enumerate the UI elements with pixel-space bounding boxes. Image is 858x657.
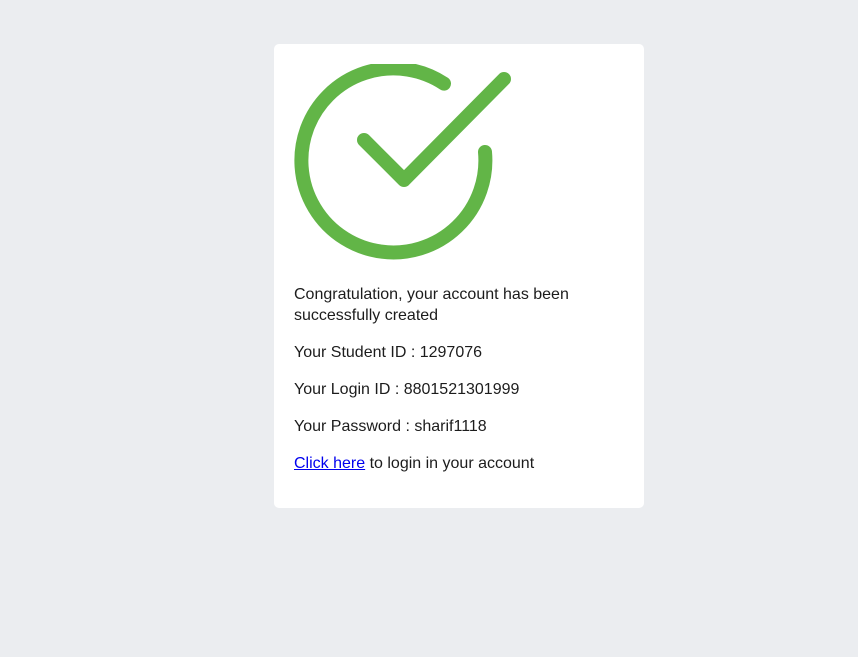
password-label: Your Password : xyxy=(294,418,415,435)
password-value: sharif1118 xyxy=(414,418,487,435)
login-prompt-suffix: to login in your account xyxy=(365,455,535,472)
student-id-value: 1297076 xyxy=(419,344,483,361)
success-checkmark-icon xyxy=(294,64,511,260)
login-id-row: Your Login ID : 8801521301999 xyxy=(294,379,624,400)
login-id-label: Your Login ID : xyxy=(294,381,404,398)
success-card: Congratulation, your account has been su… xyxy=(274,44,644,508)
login-prompt: Click here to login in your account xyxy=(294,453,624,474)
success-message: Congratulation, your account has been su… xyxy=(294,286,569,324)
password-row: Your Password : sharif1118 xyxy=(294,416,624,437)
login-id-value: 8801521301999 xyxy=(403,381,520,398)
login-link[interactable]: Click here xyxy=(294,455,365,472)
student-id-row: Your Student ID : 1297076 xyxy=(294,342,624,363)
student-id-label: Your Student ID : xyxy=(294,344,420,361)
